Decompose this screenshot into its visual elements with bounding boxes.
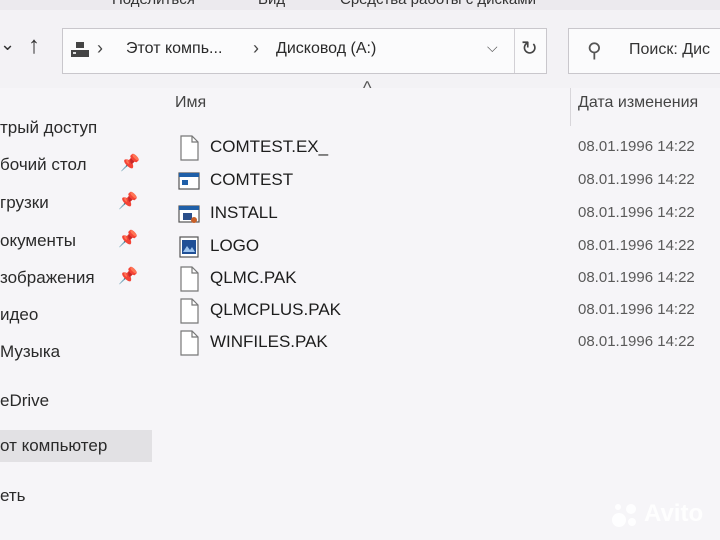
tab-drive-tools[interactable]: Средства работы с дисками xyxy=(340,0,536,8)
pin-icon: 📌 xyxy=(118,268,138,285)
breadcrumb-separator-icon: › xyxy=(97,38,103,58)
tab-view[interactable]: Вид xyxy=(258,0,285,8)
file-name: COMTEST xyxy=(210,170,294,189)
address-bar[interactable]: › Этот компь... › Дисковод (A:) ⌵ ↻ xyxy=(62,28,547,74)
bitmap-icon xyxy=(179,236,199,258)
file-date: 08.01.1996 14:22 xyxy=(578,333,695,350)
blank-file-icon xyxy=(180,135,199,161)
column-header-date[interactable]: Дата изменения xyxy=(578,94,698,112)
breadcrumb-drive-a[interactable]: Дисковод (A:) xyxy=(276,40,376,58)
sort-ascending-icon: ^ xyxy=(363,78,372,98)
pin-icon: 📌 xyxy=(118,193,138,210)
search-icon: ⚲ xyxy=(587,40,602,62)
tab-share[interactable]: Поделиться xyxy=(112,0,195,8)
file-date: 08.01.1996 14:22 xyxy=(578,269,695,286)
file-row-install[interactable]: INSTALL 08.01.1996 14:22 xyxy=(160,197,720,229)
pin-icon: 📌 xyxy=(120,155,140,172)
address-divider xyxy=(514,29,515,73)
pin-icon: 📌 xyxy=(118,231,138,248)
ribbon-tabs: Поделиться Вид Средства работы с дисками xyxy=(0,0,720,10)
sidebar-item-label: трый доступ xyxy=(0,118,98,137)
sidebar-item-label: Музыка xyxy=(0,342,61,361)
file-row-qlmc-pak[interactable]: QLMC.PAK 08.01.1996 14:22 xyxy=(160,262,720,294)
file-row-qlmcplus-pak[interactable]: QLMCPLUS.PAK 08.01.1996 14:22 xyxy=(160,294,720,326)
file-name: QLMC.PAK xyxy=(210,268,297,287)
sidebar-item-label: eDrive xyxy=(0,391,50,410)
file-name: INSTALL xyxy=(210,203,278,222)
column-header-name[interactable]: Имя xyxy=(175,94,206,112)
chevron-down-icon[interactable]: ⌵ xyxy=(487,39,498,56)
chevron-down-icon[interactable]: ⌄ xyxy=(0,34,15,55)
up-arrow-icon[interactable]: ↑ xyxy=(28,32,40,60)
navigation-bar: ⌄ ↑ › Этот компь... › Дисковод (A:) ⌵ ↻ … xyxy=(0,10,720,88)
sidebar-item-label: еть xyxy=(0,486,26,505)
breadcrumb-this-pc[interactable]: Этот компь... xyxy=(126,40,222,58)
file-row-logo[interactable]: LOGO 08.01.1996 14:22 xyxy=(160,230,720,262)
column-divider[interactable] xyxy=(570,88,571,126)
computer-icon xyxy=(71,42,89,57)
sidebar-item-label: окументы xyxy=(0,231,76,250)
installer-icon xyxy=(178,205,200,223)
file-name: LOGO xyxy=(210,236,260,255)
sidebar-item-label: идео xyxy=(0,305,39,324)
refresh-icon[interactable]: ↻ xyxy=(521,36,538,61)
file-date: 08.01.1996 14:22 xyxy=(578,171,695,188)
breadcrumb-separator-icon: › xyxy=(253,38,259,58)
file-name: WINFILES.PAK xyxy=(210,332,328,351)
avito-watermark: Avito xyxy=(610,496,716,534)
sidebar-item-label: зображения xyxy=(0,268,95,287)
search-box[interactable]: ⚲ Поиск: Дис xyxy=(568,28,720,74)
sidebar-item-label: от компьютер xyxy=(0,436,108,455)
file-row-comtest[interactable]: COMTEST 08.01.1996 14:22 xyxy=(160,164,720,196)
file-date: 08.01.1996 14:22 xyxy=(578,138,695,155)
file-list: ^ Имя Дата изменения COMTEST.EX_ 08.01.1… xyxy=(160,78,720,540)
file-name: QLMCPLUS.PAK xyxy=(210,300,342,319)
file-row-comtest-ex[interactable]: COMTEST.EX_ 08.01.1996 14:22 xyxy=(160,131,720,163)
file-row-winfiles-pak[interactable]: WINFILES.PAK 08.01.1996 14:22 xyxy=(160,326,720,358)
file-name: COMTEST.EX_ xyxy=(210,137,329,156)
sidebar-item-label: бочий стол xyxy=(0,155,87,174)
navigation-pane: трый доступ бочий стол 📌 грузки 📌 окумен… xyxy=(0,88,160,540)
avito-logo-icon xyxy=(612,504,636,527)
application-icon xyxy=(178,172,200,190)
blank-file-icon xyxy=(180,330,199,356)
watermark-text: Avito xyxy=(644,500,704,527)
search-input[interactable]: Поиск: Дис xyxy=(629,41,710,59)
file-date: 08.01.1996 14:22 xyxy=(578,301,695,318)
sidebar-item-label: грузки xyxy=(0,193,49,212)
blank-file-icon xyxy=(180,266,199,292)
sidebar-item-this-pc[interactable]: от компьютер xyxy=(0,430,152,462)
file-date: 08.01.1996 14:22 xyxy=(578,204,695,221)
blank-file-icon xyxy=(180,298,199,324)
file-date: 08.01.1996 14:22 xyxy=(578,237,695,254)
